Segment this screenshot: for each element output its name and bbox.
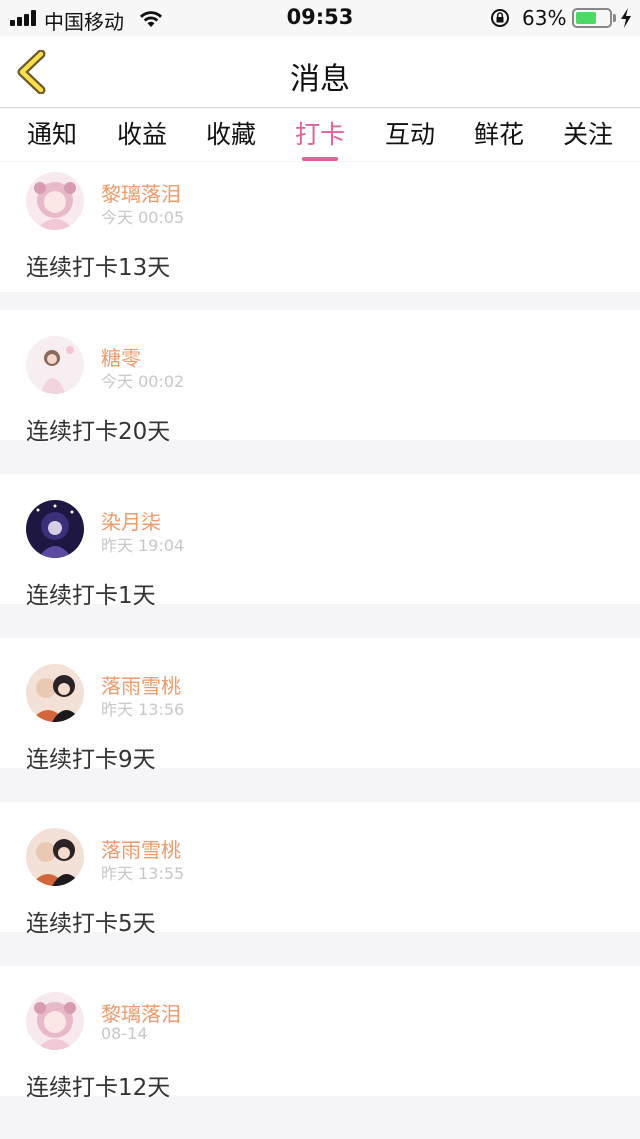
message-text: 连续打卡5天 [26,911,156,937]
timestamp: 昨天 19:04 [101,536,185,555]
tab-label: 收益 [116,120,167,149]
tab-label: 收藏 [205,120,256,149]
username[interactable]: 染月柒 [101,506,161,535]
username[interactable]: 落雨雪桃 [101,834,181,863]
avatar[interactable] [26,828,84,886]
battery-icon [572,8,612,28]
list-item[interactable]: 落雨雪桃 昨天 13:55 连续打卡5天 [0,802,640,937]
anime-duo-avatar-icon [26,828,84,886]
dark-night-anime-avatar-icon [26,500,84,558]
charging-icon [621,8,631,28]
list-item[interactable]: 糖零 今天 00:02 连续打卡20天 [0,310,640,445]
tab-label: 打卡 [294,120,345,149]
tab-label: 通知 [26,120,77,149]
active-tab-indicator [302,157,338,161]
tab-following[interactable]: 关注 [562,115,614,155]
timestamp: 昨天 13:56 [101,700,185,719]
avatar[interactable] [26,992,84,1050]
timestamp: 今天 00:05 [101,208,185,227]
timestamp: 08-14 [101,1024,148,1043]
status-bar: 中国移动 09:53 63% [0,0,640,36]
username[interactable]: 落雨雪桃 [101,670,181,699]
nav-bar: 消息 [0,36,640,108]
battery-cap [613,14,616,22]
list-item[interactable]: 黎璃落泪 今天 00:05 连续打卡13天 [0,162,640,292]
timestamp: 今天 00:02 [101,372,185,391]
username[interactable]: 黎璃落泪 [101,998,181,1027]
tab-bar: 通知 收益 收藏 打卡 互动 鲜花 关注 [0,109,640,161]
battery-level [576,12,597,24]
avatar[interactable] [26,336,84,394]
list-item[interactable]: 染月柒 昨天 19:04 连续打卡1天 [0,474,640,609]
tab-earnings[interactable]: 收益 [116,115,168,155]
message-text: 连续打卡12天 [26,1075,171,1101]
avatar[interactable] [26,500,84,558]
timestamp: 昨天 13:55 [101,864,185,883]
message-text: 连续打卡13天 [26,255,171,281]
anime-girl-pink-avatar-icon [26,992,84,1050]
message-text: 连续打卡20天 [26,419,171,445]
tab-label: 关注 [562,120,613,149]
avatar[interactable] [26,172,84,230]
list-item[interactable]: 黎璃落泪 08-14 连续打卡12天 [0,966,640,1101]
tab-label: 互动 [384,120,435,149]
tab-flowers[interactable]: 鲜花 [473,115,525,155]
girl-photo-avatar-icon [26,336,84,394]
rotation-lock-icon [491,9,509,27]
message-text: 连续打卡1天 [26,583,156,609]
message-text: 连续打卡9天 [26,747,156,773]
tab-favorites[interactable]: 收藏 [205,115,257,155]
page-title: 消息 [290,62,350,97]
tab-notifications[interactable]: 通知 [26,115,78,155]
username[interactable]: 糖零 [101,342,141,371]
tab-checkin[interactable]: 打卡 [294,115,346,161]
anime-girl-pink-avatar-icon [26,172,84,230]
list-item[interactable]: 落雨雪桃 昨天 13:56 连续打卡9天 [0,638,640,773]
tab-interactions[interactable]: 互动 [384,115,436,155]
avatar[interactable] [26,664,84,722]
anime-duo-avatar-icon [26,664,84,722]
username[interactable]: 黎璃落泪 [101,178,181,207]
tab-label: 鲜花 [473,120,524,149]
battery-percent: 63% [522,6,567,30]
